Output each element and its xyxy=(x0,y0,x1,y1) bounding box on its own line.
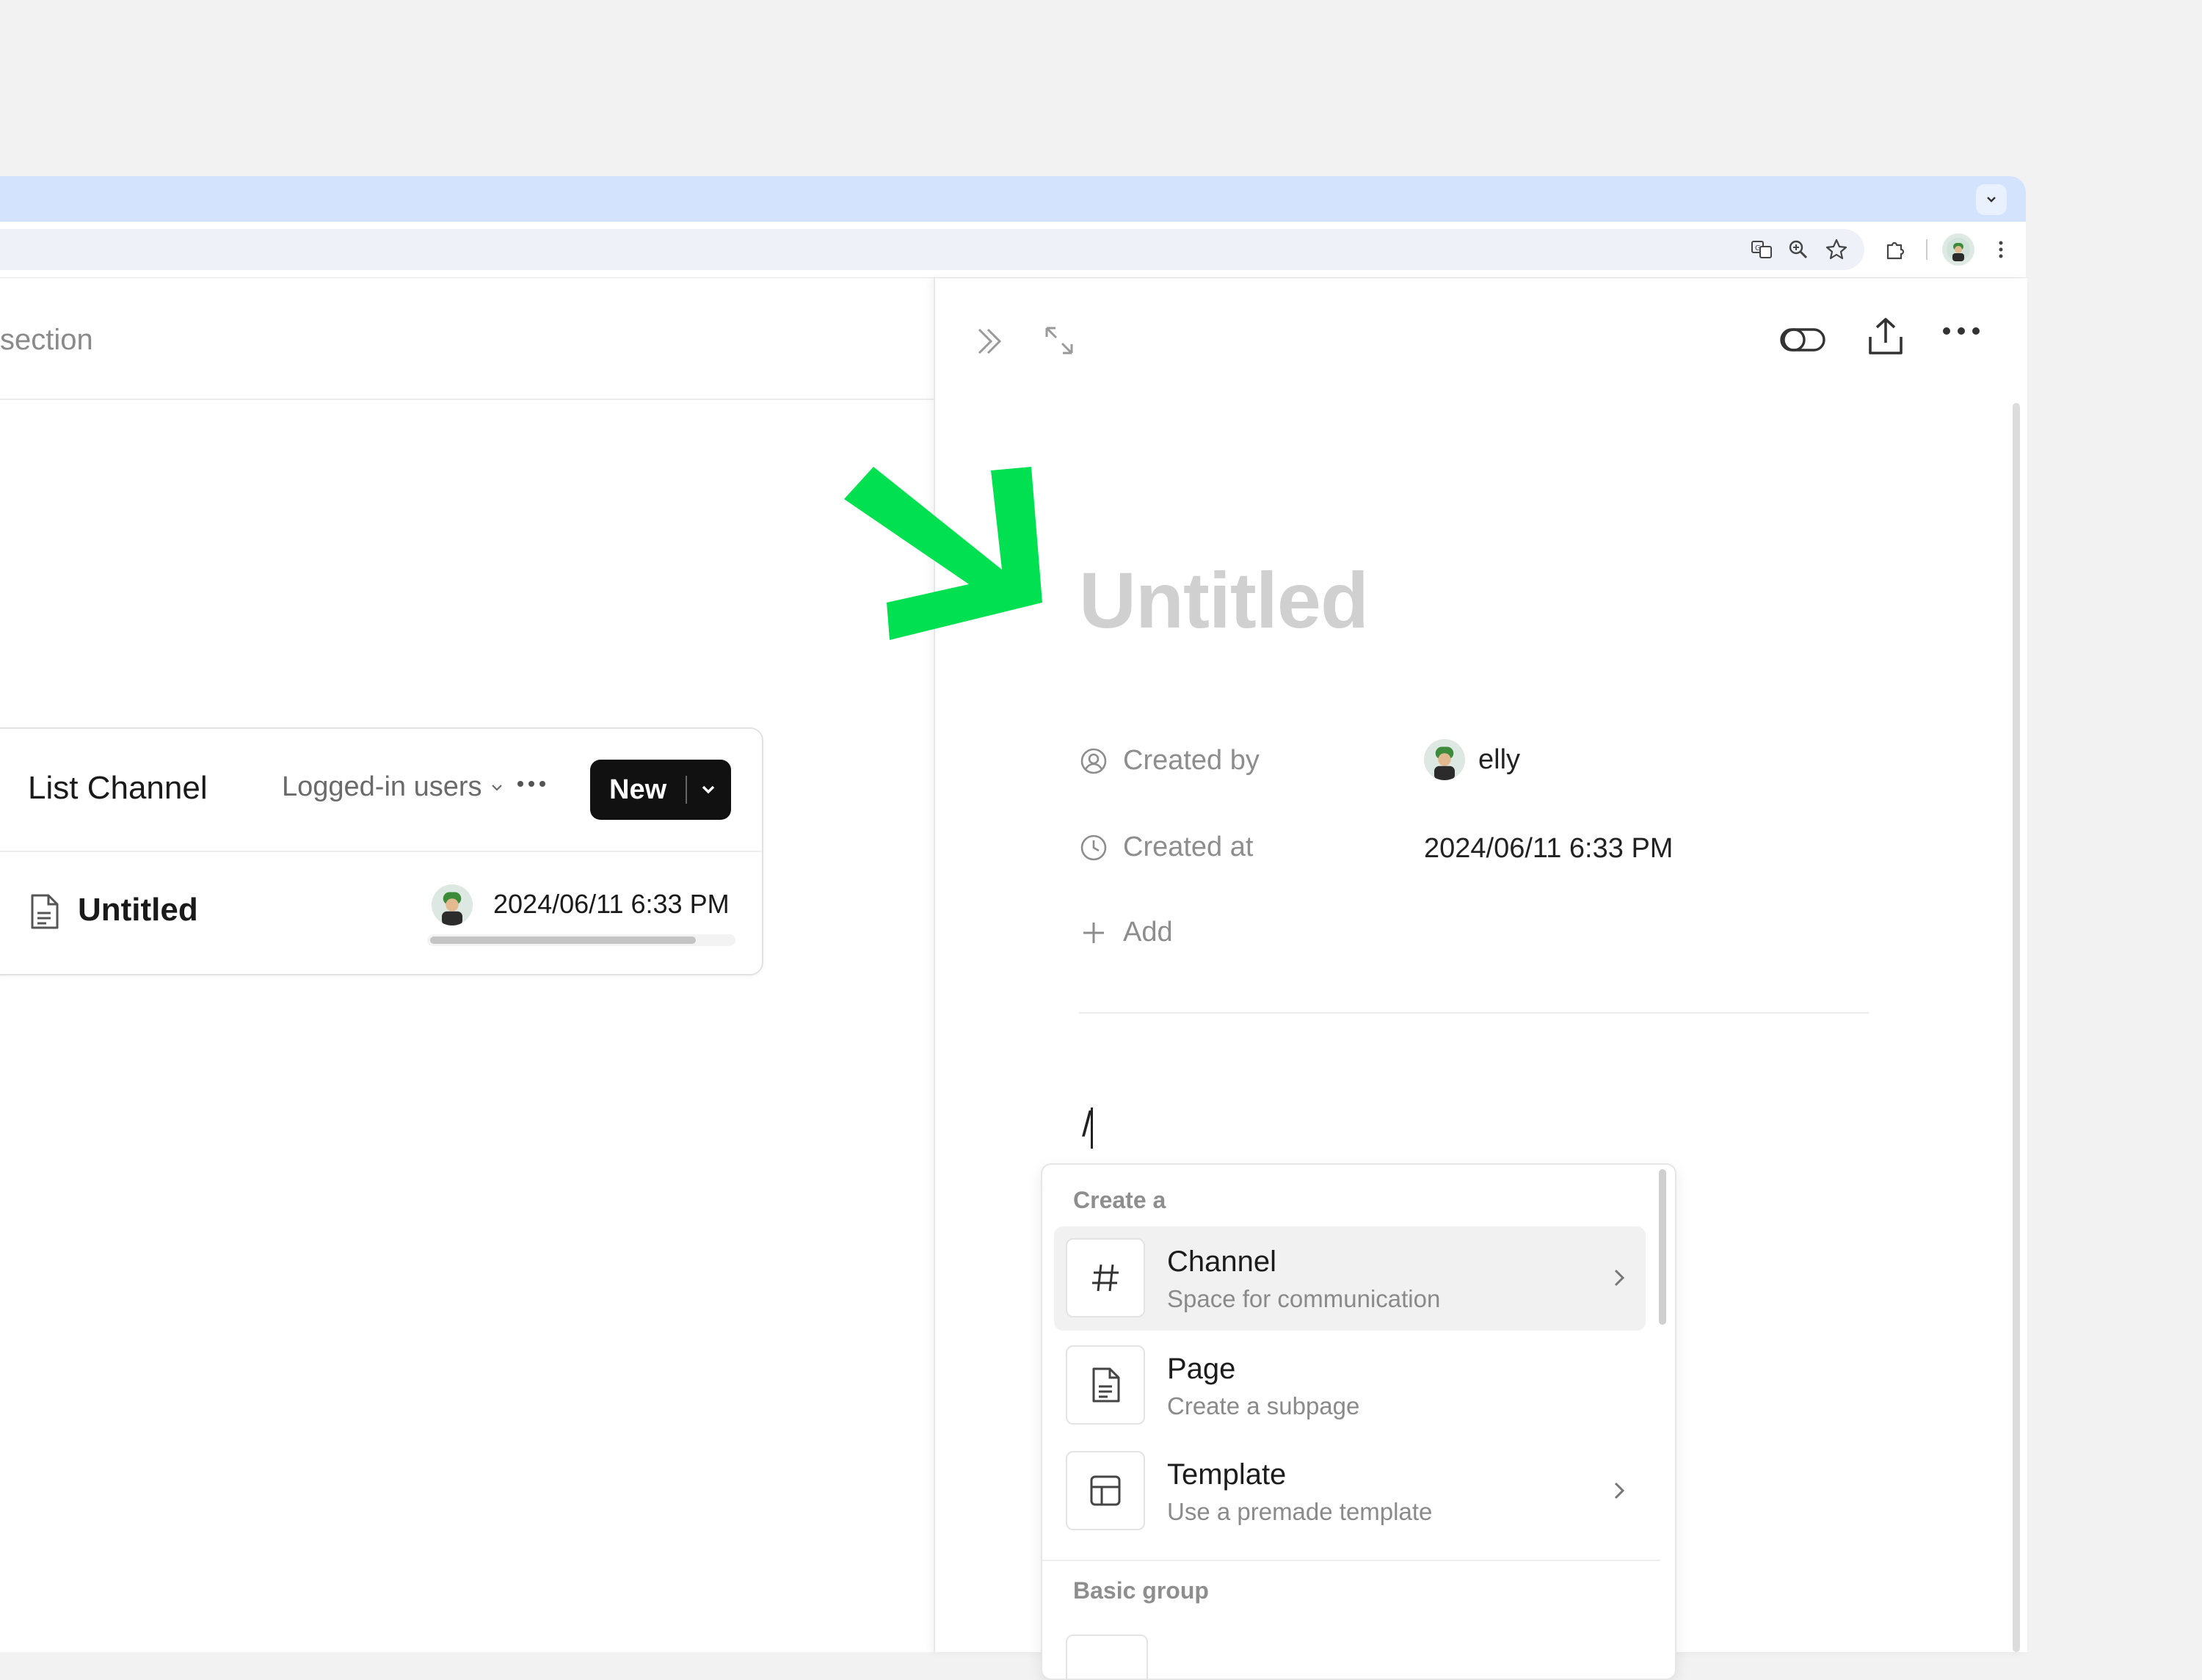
row-scrollbar-thumb[interactable] xyxy=(430,937,696,944)
created-by-value[interactable]: elly xyxy=(1424,739,1520,780)
chevron-down-icon xyxy=(491,784,502,791)
created-at-value: 2024/06/11 6:33 PM xyxy=(1424,833,1674,864)
avatar xyxy=(1424,739,1465,780)
new-options-button[interactable] xyxy=(697,779,719,801)
user-name: elly xyxy=(1478,743,1521,775)
browser-tab-strip xyxy=(0,176,2026,222)
menu-group-basic: Basic group xyxy=(1073,1577,1209,1604)
menu-item-title: Template xyxy=(1167,1458,1287,1491)
new-button[interactable]: New xyxy=(590,760,731,820)
new-button-divider xyxy=(686,776,688,804)
menu-item-subtitle: Create a subpage xyxy=(1167,1392,1360,1419)
add-property-button[interactable]: Add xyxy=(1079,917,1173,948)
menu-scrollbar[interactable] xyxy=(1659,1169,1666,1325)
address-bar[interactable] xyxy=(0,229,1864,270)
audience-label: Logged-in users xyxy=(282,771,482,802)
document-icon xyxy=(1066,1345,1145,1425)
menu-item-page[interactable]: Page Create a subpage xyxy=(1054,1334,1646,1438)
chevron-right-icon xyxy=(1614,1482,1625,1499)
extensions-icon[interactable] xyxy=(1879,233,1911,266)
toggle-view-icon[interactable] xyxy=(1779,325,1826,354)
main-pane: section List Channel Logged-in users New xyxy=(0,278,934,1652)
menu-item-template[interactable]: Template Use a premade template xyxy=(1054,1439,1646,1543)
audience-dropdown[interactable]: Logged-in users xyxy=(282,771,506,803)
property-label: Created by xyxy=(1123,745,1260,776)
annotation-arrow-icon xyxy=(844,467,1042,640)
page-title-input[interactable]: Untitled xyxy=(1079,554,1369,646)
avatar xyxy=(432,884,473,926)
card-title: List Channel xyxy=(28,770,208,806)
add-property-label: Add xyxy=(1123,917,1173,948)
row-title: Untitled xyxy=(78,892,198,928)
menu-item-title: Channel xyxy=(1167,1246,1277,1278)
template-icon xyxy=(1066,1451,1145,1530)
toolbar-divider xyxy=(1926,239,1927,260)
properties-divider xyxy=(1079,1012,1869,1014)
expand-icon[interactable] xyxy=(1042,324,1076,357)
menu-item-subtitle: Space for communication xyxy=(1167,1285,1441,1312)
main-header: section xyxy=(0,278,934,400)
property-created-by[interactable]: Created by xyxy=(1079,745,1260,777)
plus-icon xyxy=(1083,922,1104,943)
menu-item-channel[interactable]: Channel Space for communication xyxy=(1054,1226,1646,1331)
chevron-down-icon xyxy=(1987,197,1996,203)
row-created-at: 2024/06/11 6:33 PM xyxy=(493,889,730,919)
translate-icon[interactable]: G xyxy=(1745,233,1778,266)
menu-item-title: Page xyxy=(1167,1353,1236,1385)
menu-group-create: Create a xyxy=(1073,1187,1166,1213)
browser-toolbar: G xyxy=(0,222,2026,277)
user-circle-icon xyxy=(1080,748,1107,774)
property-label: Created at xyxy=(1123,832,1254,862)
browser-menu-icon[interactable] xyxy=(1985,233,2017,266)
zoom-icon[interactable] xyxy=(1782,233,1814,266)
card-more-button[interactable] xyxy=(511,766,552,802)
property-created-at[interactable]: Created at xyxy=(1079,832,1253,863)
peek-panel: Untitled Created by elly Created at 2024… xyxy=(934,278,2027,1680)
more-horizontal-icon xyxy=(517,781,545,787)
chevron-right-icon xyxy=(1614,1269,1625,1287)
menu-item-subtitle: Use a premade template xyxy=(1167,1498,1433,1525)
svg-text:G: G xyxy=(1755,244,1761,252)
profile-avatar[interactable] xyxy=(1942,233,1974,266)
more-horizontal-icon[interactable] xyxy=(1941,325,1982,337)
tab-search-button[interactable] xyxy=(1976,184,2007,215)
chevron-down-icon xyxy=(702,785,715,794)
slash-command-menu: Create a Channel Space for communication… xyxy=(1041,1163,1676,1680)
new-button-label: New xyxy=(609,774,667,805)
table-row[interactable]: Untitled 2024/06/11 6:33 PM xyxy=(0,852,762,974)
document-icon xyxy=(31,894,59,929)
list-channel-card: List Channel Logged-in users New Untitle… xyxy=(0,727,763,975)
clock-icon xyxy=(1080,834,1107,860)
text-cursor xyxy=(1091,1108,1093,1149)
double-chevron-right-icon[interactable] xyxy=(972,324,1007,359)
menu-item-icon-partial[interactable] xyxy=(1066,1634,1148,1679)
section-label: section xyxy=(0,324,93,356)
bookmark-star-icon[interactable] xyxy=(1820,233,1853,266)
panel-scrollbar[interactable] xyxy=(2013,403,2020,1652)
hash-icon xyxy=(1066,1238,1145,1317)
menu-divider xyxy=(1042,1560,1660,1561)
share-icon[interactable] xyxy=(1866,316,1905,357)
